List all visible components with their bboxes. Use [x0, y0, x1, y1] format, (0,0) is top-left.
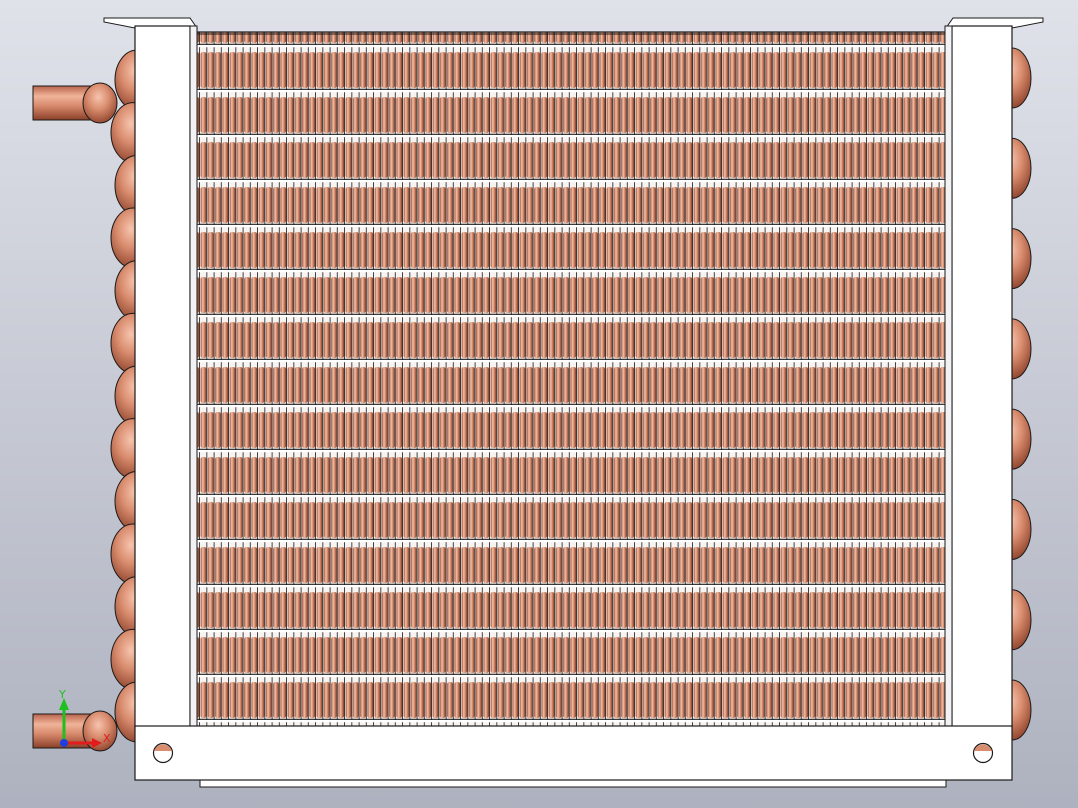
bottom-mounting-plate: [134, 725, 1013, 788]
mounting-hole-right: [972, 742, 994, 764]
inlet-pipe: [32, 82, 118, 124]
x-axis-label: X: [103, 732, 111, 745]
z-axis-dot: [60, 739, 68, 747]
left-side-plate: [134, 25, 198, 729]
right-side-plate: [944, 25, 1013, 729]
outlet-pipe: [32, 710, 118, 752]
cad-viewport[interactable]: Y X: [0, 0, 1078, 808]
heat-exchanger-model[interactable]: Y X: [0, 0, 1078, 808]
fin-core: [195, 31, 953, 728]
y-axis-label: Y: [58, 688, 66, 701]
mounting-hole-left: [152, 742, 174, 764]
